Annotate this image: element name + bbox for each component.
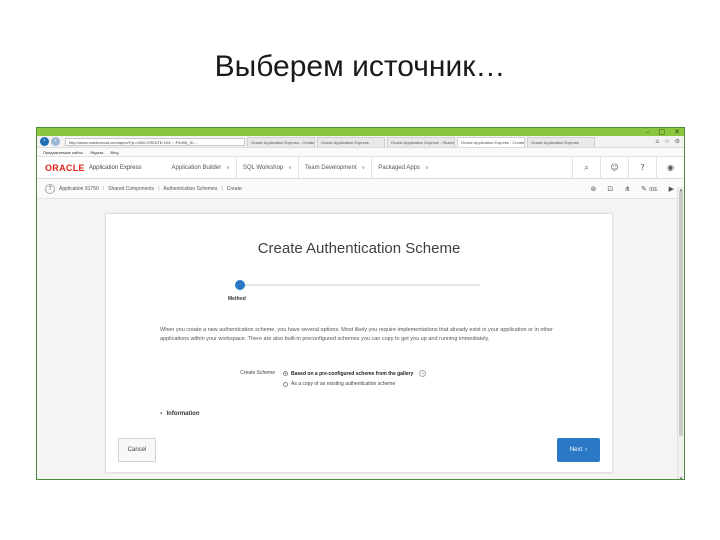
chevron-down-icon: ∨	[425, 164, 429, 171]
hierarchy-icon[interactable]: ⋔	[624, 185, 630, 193]
menu-application-builder[interactable]: Application Builder ∨	[166, 157, 236, 179]
run-icon[interactable]: ▶	[669, 185, 674, 193]
help-icon[interactable]: ?	[419, 370, 427, 377]
chevron-right-icon: ›	[585, 447, 588, 453]
account-icon[interactable]: ◉	[656, 156, 684, 179]
cancel-button[interactable]: Cancel	[118, 438, 156, 462]
chevron-right-icon: ›	[160, 410, 163, 417]
wizard-step-label: Method	[228, 296, 246, 302]
favorite-link[interactable]: Яндекс	[90, 150, 103, 155]
forward-icon[interactable]: ›	[51, 137, 60, 146]
browser-tab[interactable]: Oracle Application Express	[317, 136, 385, 147]
slide-title: Выберем источник…	[214, 50, 506, 83]
information-toggle[interactable]: › Information	[160, 410, 199, 417]
browser-address-row: ‹ › http://www.oraclecloud.com/apex/f?p=…	[37, 136, 684, 148]
breadcrumb-link[interactable]: Shared Components	[108, 186, 154, 192]
wizard-progress-track	[240, 284, 480, 286]
browser-tab-active[interactable]: Oracle Application Express - Create Auth…	[457, 136, 525, 147]
create-scheme-field: Create Scheme Based on a pre-configured …	[230, 370, 427, 387]
user-icon[interactable]: ☺	[600, 156, 628, 179]
radio-button[interactable]	[283, 381, 288, 387]
scroll-down-icon[interactable]: ▼	[678, 476, 684, 479]
wizard-step-marker	[235, 280, 245, 290]
field-label: Create Scheme	[240, 370, 275, 376]
breadcrumb-link[interactable]: Authentication Schemes	[163, 186, 217, 192]
breadcrumb-link[interactable]: Application 91750	[59, 186, 99, 192]
lock-icon[interactable]: ⊡	[607, 185, 613, 193]
radio-button-selected[interactable]	[283, 371, 288, 376]
menu-sql-workshop[interactable]: SQL Workshop ∨	[235, 156, 298, 179]
search-icon[interactable]: ⌕	[572, 156, 600, 179]
oracle-logo[interactable]: ORACLE	[45, 163, 85, 173]
create-scheme-radio-group: Based on a pre-configured scheme from th…	[283, 370, 427, 387]
window-titlebar: – □ ✕	[37, 128, 684, 136]
browser-tab[interactable]: Oracle Application Express - Shared Comp…	[387, 136, 455, 147]
menu-team-development[interactable]: Team Development ∨	[297, 156, 371, 179]
scrollbar-thumb[interactable]	[679, 191, 683, 436]
page-scrollbar[interactable]: ▲ ▼	[677, 187, 684, 479]
apex-main-menu: Application Builder ∨ SQL Workshop ∨ Tea…	[166, 156, 435, 179]
edit-ide-button[interactable]: ✎ IDE	[641, 185, 657, 193]
chevron-down-icon: ∨	[226, 164, 230, 171]
favorite-link[interactable]: Bing	[111, 150, 119, 155]
home-icon[interactable]: ⌂	[655, 138, 659, 145]
lifebuoy-icon[interactable]: ⊛	[591, 185, 597, 193]
maximize-icon[interactable]: □	[659, 128, 666, 136]
chevron-down-icon: ∨	[288, 164, 292, 171]
radio-option-gallery[interactable]: Based on a pre-configured scheme from th…	[283, 370, 427, 377]
apex-header: ORACLE Application Express Application B…	[37, 156, 684, 179]
breadcrumb-separator: \	[221, 185, 223, 192]
browser-screenshot: – □ ✕ ‹ › http://www.oraclecloud.com/ape…	[36, 127, 685, 480]
wizard-card: Create Authentication Scheme Method When…	[105, 213, 613, 473]
close-icon[interactable]: ✕	[674, 128, 680, 136]
help-icon[interactable]: ?	[628, 156, 656, 179]
breadcrumb: ↑ Application 91750 \ Shared Components …	[37, 179, 684, 199]
chevron-down-icon: ∨	[361, 164, 366, 171]
wizard-intro-text: When you create a new authentication sch…	[160, 327, 553, 342]
favorite-link[interactable]: Предлагаемые сайты	[43, 150, 83, 155]
settings-gear-icon[interactable]: ⚙	[675, 138, 680, 145]
back-icon[interactable]: ‹	[40, 137, 49, 146]
address-bar[interactable]: http://www.oraclecloud.com/apex/f?p=4000…	[65, 137, 245, 146]
browser-tab[interactable]: Oracle Application Express - Create Auth…	[247, 136, 315, 147]
radio-option-copy[interactable]: As a copy of an existing authentication …	[283, 381, 426, 387]
breadcrumb-separator: \	[158, 185, 160, 192]
menu-packaged-apps[interactable]: Packaged Apps ∨	[371, 156, 434, 179]
up-arrow-icon[interactable]: ↑	[45, 183, 55, 194]
minimize-icon[interactable]: –	[646, 128, 650, 136]
browser-tab[interactable]: Oracle Application Express	[527, 136, 595, 147]
product-name: Application Express	[88, 164, 142, 171]
next-button[interactable]: Next ›	[557, 438, 600, 462]
favorites-star-icon[interactable]: ☆	[664, 138, 669, 145]
breadcrumb-separator: \	[102, 185, 105, 192]
breadcrumb-current: Create	[226, 185, 242, 192]
wizard-title: Create Authentication Scheme	[257, 240, 461, 257]
